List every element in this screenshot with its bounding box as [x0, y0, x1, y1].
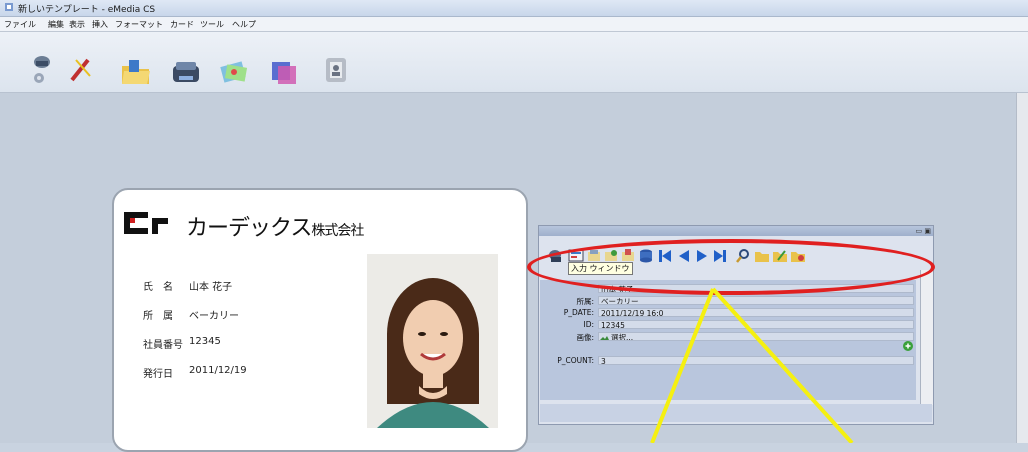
panel-vertical-scrollbar[interactable] — [920, 270, 933, 405]
pen-icon — [70, 58, 91, 82]
card-printer-button[interactable] — [66, 54, 98, 86]
company-name-main: カーデックス — [186, 216, 312, 241]
layer-button[interactable] — [268, 56, 300, 88]
workspace-vertical-scrollbar[interactable] — [1016, 93, 1028, 443]
field-label-p-count: P_COUNT: — [557, 356, 594, 365]
company-name: カーデックス株式会社 — [186, 210, 364, 242]
menu-view[interactable]: 表示 — [69, 19, 85, 30]
card-printer-icon — [173, 62, 199, 82]
card-label-name: 氏 名 — [143, 282, 173, 293]
card-design-button[interactable] — [218, 56, 250, 88]
printer-setup-icon — [34, 56, 50, 83]
main-toolbar — [0, 32, 1028, 114]
menu-insert[interactable]: 挿入 — [92, 19, 108, 30]
menu-edit[interactable]: 編集 — [48, 19, 64, 30]
highlight-ellipse — [527, 239, 935, 295]
company-logo — [124, 212, 168, 234]
menu-card[interactable]: カード — [170, 19, 194, 30]
printer-setup-button[interactable] — [30, 52, 62, 84]
panel-footer — [540, 404, 932, 422]
layer-icon — [272, 62, 296, 84]
employee-photo — [367, 254, 498, 428]
field-image-select[interactable]: 選択... — [598, 332, 914, 341]
field-label-department: 所属: — [576, 297, 594, 306]
id-badge-icon — [326, 58, 346, 82]
card-label-employee-id: 社員番号 — [143, 340, 183, 351]
card-label-department: 所 属 — [143, 311, 173, 322]
card-value-department: ベーカリー — [189, 311, 239, 322]
print-button[interactable] — [170, 56, 202, 88]
open-folder-icon — [122, 60, 150, 84]
field-p-count-input[interactable]: 3 — [598, 356, 914, 365]
company-name-suffix: 株式会社 — [311, 223, 364, 239]
card-value-name: 山本 花子 — [189, 282, 233, 293]
card-value-employee-id: 12345 — [189, 336, 221, 347]
open-folder-button[interactable] — [120, 56, 152, 88]
menu-format[interactable]: フォーマット — [115, 19, 163, 30]
menu-file[interactable]: ファイル — [4, 19, 36, 30]
card-design-icon — [220, 61, 248, 83]
field-label-id: ID: — [583, 320, 594, 329]
field-label-image: 画像: — [576, 333, 594, 342]
title-bar: 新しいテンプレート - eMedia CS — [0, 0, 1028, 17]
app-icon — [5, 3, 13, 11]
menu-bar: ファイル 編集 表示 挿入 フォーマット カード ツール ヘルプ — [0, 17, 1028, 32]
field-p-date-input[interactable]: 2011/12/19 16:0 — [598, 308, 914, 317]
field-label-p-date: P_DATE: — [563, 308, 594, 317]
card-value-issue-date: 2011/12/19 — [189, 365, 247, 376]
card-label-issue-date: 発行日 — [143, 369, 173, 380]
field-id-input[interactable]: 12345 — [598, 320, 914, 329]
panel-window-buttons[interactable]: ▭ ▣ — [916, 227, 931, 235]
menu-help[interactable]: ヘルプ — [232, 19, 256, 30]
field-department-input[interactable]: ベーカリー — [598, 296, 914, 305]
menu-tools[interactable]: ツール — [200, 19, 224, 30]
window-title: 新しいテンプレート - eMedia CS — [18, 5, 156, 15]
image-add-icon[interactable] — [903, 341, 913, 351]
image-select-icon — [600, 336, 609, 340]
id-badge-button[interactable] — [320, 54, 352, 86]
input-window-header[interactable]: ▭ ▣ — [539, 226, 933, 236]
